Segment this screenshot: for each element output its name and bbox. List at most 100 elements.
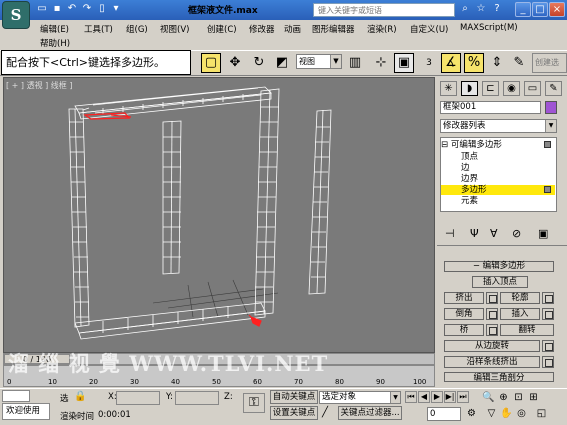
make-unique-icon[interactable]: ∀ <box>490 227 498 240</box>
previous-frame-icon[interactable]: ◀ <box>418 391 430 403</box>
outline-settings-button[interactable] <box>542 292 554 304</box>
named-selection-set-input[interactable]: 创建选 <box>532 53 567 73</box>
select-manipulate-icon[interactable]: ⊹ <box>371 53 391 73</box>
menu-modifiers[interactable]: 修改器 <box>249 23 275 35</box>
modify-tab-icon[interactable]: ◗ <box>461 81 478 96</box>
stack-item-element[interactable]: 元素 <box>441 196 555 206</box>
redo-icon[interactable]: ↷ <box>81 3 93 15</box>
go-to-start-icon[interactable]: ⏮ <box>405 391 417 403</box>
insert-vertex-button[interactable]: 插入顶点 <box>472 276 528 288</box>
file-icon[interactable]: ▯ <box>96 3 108 15</box>
bridge-settings-button[interactable] <box>486 324 498 336</box>
spinner-snap-icon[interactable]: ⇕ <box>487 53 507 73</box>
key-mode-icon[interactable]: ╱ <box>322 407 328 418</box>
edit-triangulation-button[interactable]: 编辑三角剖分 <box>444 372 554 382</box>
show-end-result-icon[interactable]: Ψ <box>470 227 479 240</box>
menu-animation[interactable]: 动画 <box>284 23 301 35</box>
open-icon[interactable]: ▭ <box>36 3 48 15</box>
stack-item-editable-poly[interactable]: ⊟ 可编辑多边形 <box>441 140 555 150</box>
select-object-button[interactable]: ▢ <box>201 53 221 73</box>
menu-group[interactable]: 组(G) <box>126 23 148 35</box>
bridge-button[interactable]: 桥 <box>444 324 484 336</box>
y-coordinate-field[interactable] <box>175 391 219 405</box>
orbit-icon[interactable]: ◎ <box>515 407 528 420</box>
key-selection-dropdown[interactable]: 选定对象 ▼ <box>319 391 401 404</box>
lock-icon[interactable]: 🔒 <box>74 391 86 402</box>
maximize-button[interactable]: □ <box>532 2 548 17</box>
bevel-button[interactable]: 倒角 <box>444 308 484 320</box>
bevel-settings-button[interactable] <box>486 308 498 320</box>
play-icon[interactable]: ▶ <box>431 391 443 403</box>
snap-toggle-button[interactable]: 3 <box>419 53 439 73</box>
close-button[interactable]: × <box>549 2 565 17</box>
maximize-viewport-icon[interactable]: ◱ <box>535 407 548 420</box>
set-key-button[interactable]: 设置关键点 <box>270 406 318 420</box>
extrude-along-spline-settings-button[interactable] <box>542 356 554 368</box>
object-name-field[interactable]: 框架001 <box>440 101 541 114</box>
star-icon[interactable]: ☆ <box>475 3 487 15</box>
menu-views[interactable]: 视图(V) <box>160 23 189 35</box>
menu-tools[interactable]: 工具(T) <box>84 23 113 35</box>
hinge-from-edge-button[interactable]: 从边旋转 <box>444 340 540 352</box>
remove-modifier-icon[interactable]: ⊘ <box>512 227 521 240</box>
inset-button[interactable]: 插入 <box>500 308 540 320</box>
stack-item-edge[interactable]: 边 <box>441 163 555 173</box>
pivot-center-icon[interactable]: ▥ <box>345 53 365 73</box>
field-of-view-icon[interactable]: ▽ <box>485 407 498 420</box>
pin-stack-icon[interactable]: ⊣ <box>445 227 455 240</box>
undo-icon[interactable]: ↶ <box>66 3 78 15</box>
configure-modifier-sets-icon[interactable]: ▣ <box>538 227 548 240</box>
extrude-along-spline-button[interactable]: 沿样条线挤出 <box>444 356 540 368</box>
search-input[interactable]: 键入关键字或短语 <box>313 3 455 17</box>
auto-key-button[interactable]: 自动关键点 <box>270 390 318 404</box>
percent-snap-icon[interactable]: % <box>464 53 484 73</box>
flip-button[interactable]: 翻转 <box>500 324 554 336</box>
move-icon[interactable]: ✥ <box>225 53 245 73</box>
quick-access-dropdown-icon[interactable]: ▾ <box>110 3 122 15</box>
hierarchy-tab-icon[interactable]: ⊏ <box>482 81 499 96</box>
reference-coordinate-dropdown[interactable]: 视图 ▼ <box>296 54 342 69</box>
go-to-end-icon[interactable]: ⏭ <box>457 391 469 403</box>
stack-item-vertex[interactable]: 顶点 <box>441 152 555 162</box>
x-coordinate-field[interactable] <box>116 391 160 405</box>
inset-settings-button[interactable] <box>542 308 554 320</box>
menu-graph-editors[interactable]: 图形编辑器 <box>312 23 355 35</box>
viewport-label[interactable]: [ + ] 透视 ] 线框 ] <box>6 80 72 91</box>
current-frame-field[interactable]: 0 <box>427 407 461 421</box>
stack-item-border[interactable]: 边界 <box>441 174 555 184</box>
menu-rendering[interactable]: 渲染(R) <box>367 23 397 35</box>
angle-snap-icon[interactable]: ∡ <box>441 53 461 73</box>
menu-create[interactable]: 创建(C) <box>207 23 237 35</box>
maxscript-listener-input[interactable] <box>2 390 30 402</box>
menu-maxscript[interactable]: MAXScript(M) <box>460 23 518 33</box>
viewport-wireframe[interactable] <box>3 77 435 353</box>
pan-icon[interactable]: ✋ <box>500 407 513 420</box>
save-icon[interactable]: ▪ <box>51 3 63 15</box>
extrude-settings-button[interactable] <box>486 292 498 304</box>
extrude-button[interactable]: 挤出 <box>444 292 484 304</box>
edit-polygons-rollout-header[interactable]: − 编辑多边形 <box>444 261 554 272</box>
create-tab-icon[interactable]: ✳ <box>440 81 457 96</box>
stack-item-toggle[interactable] <box>544 186 551 193</box>
binoculars-icon[interactable]: ⌕ <box>459 3 471 15</box>
menu-edit[interactable]: 编辑(E) <box>40 23 69 35</box>
zoom-extents-icon[interactable]: ⊡ <box>512 391 525 404</box>
next-frame-icon[interactable]: ▶| <box>444 391 456 403</box>
outline-button[interactable]: 轮廓 <box>500 292 540 304</box>
zoom-extents-all-icon[interactable]: ⊞ <box>527 391 540 404</box>
key-filters-button[interactable]: 关键点过滤器... <box>338 406 402 420</box>
scale-icon[interactable]: ◩ <box>272 53 292 73</box>
menu-help[interactable]: 帮助(H) <box>40 37 70 49</box>
time-config-icon[interactable]: ⚙ <box>465 407 478 420</box>
hinge-settings-button[interactable] <box>542 340 554 352</box>
edit-named-selection-icon[interactable]: ✎ <box>509 53 529 73</box>
motion-tab-icon[interactable]: ◉ <box>503 81 520 96</box>
zoom-icon[interactable]: 🔍 <box>482 391 495 404</box>
zoom-all-icon[interactable]: ⊕ <box>497 391 510 404</box>
stack-item-toggle[interactable] <box>544 141 551 148</box>
modifier-list-dropdown[interactable]: 修改器列表 ▼ <box>440 119 557 133</box>
object-color-swatch[interactable] <box>545 101 557 114</box>
menu-customize[interactable]: 自定义(U) <box>410 23 448 35</box>
minimize-button[interactable]: _ <box>515 2 531 17</box>
key-icon[interactable]: ⚿ <box>243 393 265 413</box>
